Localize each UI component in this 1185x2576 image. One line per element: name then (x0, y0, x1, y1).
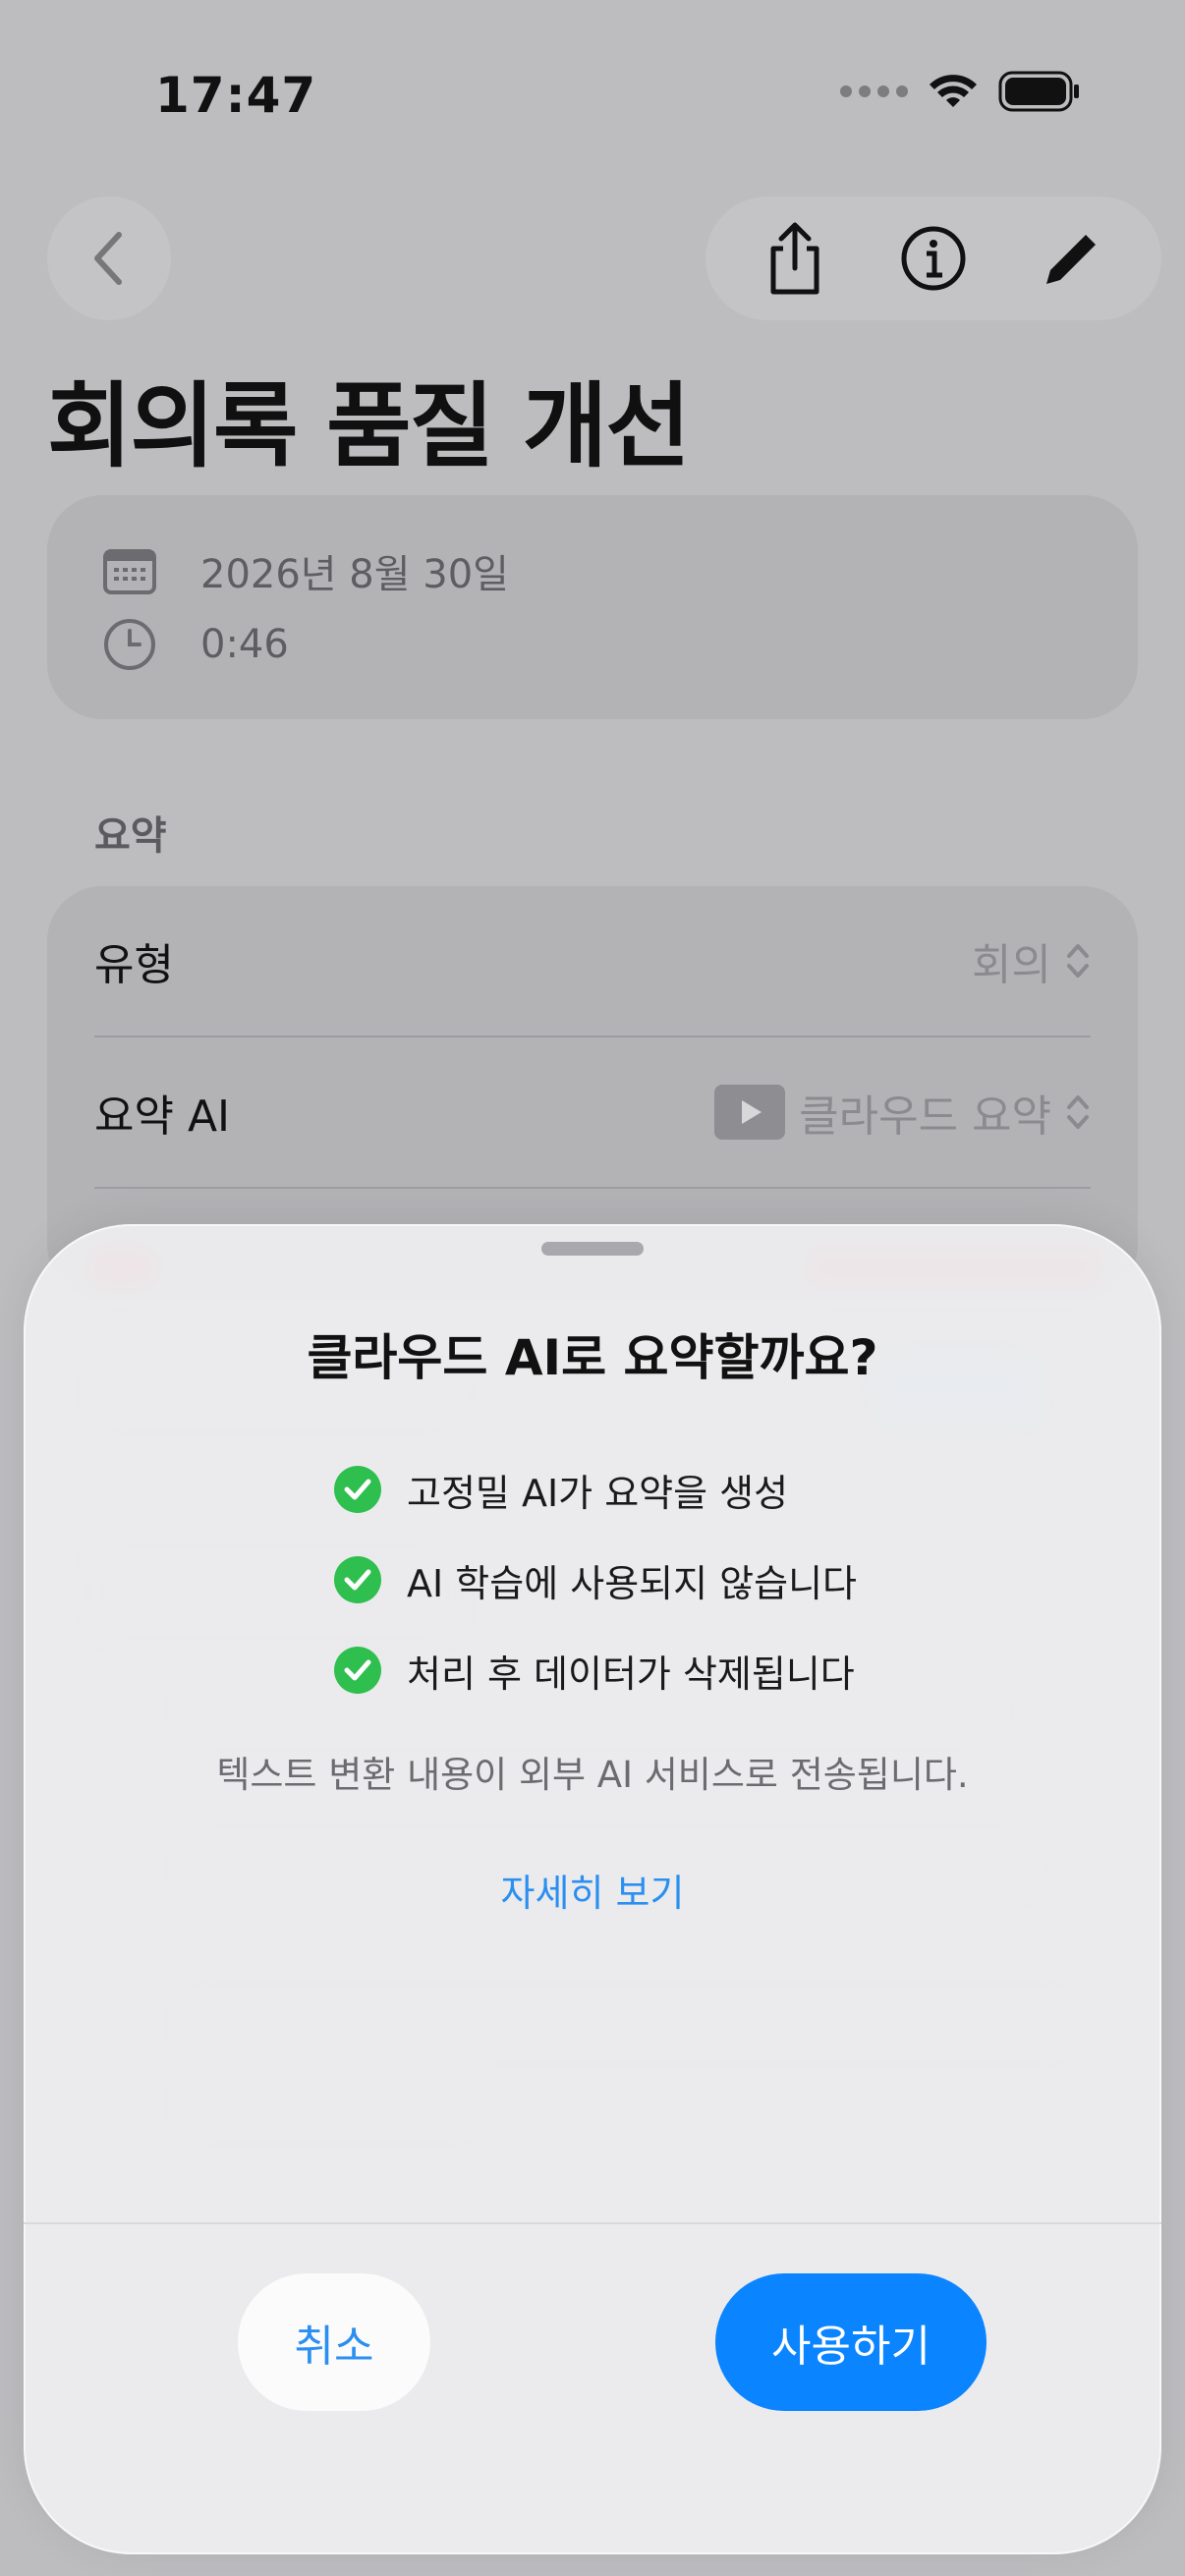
back-button[interactable] (47, 196, 171, 320)
checkmark-icon (334, 1647, 381, 1694)
status-icons (840, 71, 1081, 112)
nav-actions (705, 196, 1161, 320)
info-button[interactable] (889, 214, 978, 303)
chevron-up-down-icon (1067, 944, 1089, 978)
sheet-title: 클라우드 AI로 요약할까요? (307, 1329, 878, 1386)
section-label-summary: 요약 (94, 813, 167, 859)
calendar-icon (103, 549, 156, 594)
benefit-item: 고정밀 AI가 요약을 생성 (334, 1444, 857, 1535)
benefit-text: AI 학습에 사용되지 않습니다 (407, 1561, 858, 1605)
wifi-icon (930, 75, 977, 107)
share-button[interactable] (751, 214, 839, 303)
row-value: 클라우드 요약 (799, 1092, 1051, 1142)
chevron-up-down-icon (1067, 1095, 1089, 1129)
date-row: 2026년 8월 30일 (102, 542, 509, 599)
benefit-text: 처리 후 데이터가 삭제됩니다 (407, 1652, 855, 1696)
share-icon (770, 222, 819, 295)
info-icon (901, 226, 966, 291)
use-button[interactable]: 사용하기 (715, 2273, 987, 2411)
date-text: 2026년 8월 30일 (200, 552, 509, 597)
learn-more-link[interactable]: 자세히 보기 (24, 1863, 1161, 1917)
sheet-grabber[interactable] (541, 1242, 644, 1256)
chevron-left-icon (94, 232, 122, 285)
summary-type-row[interactable]: 유형 회의 (94, 886, 1091, 1037)
battery-icon (998, 71, 1079, 112)
benefit-text: 고정밀 AI가 요약을 생성 (407, 1471, 789, 1515)
play-icon (714, 1085, 786, 1140)
benefit-item: AI 학습에 사용되지 않습니다 (334, 1535, 857, 1625)
pencil-icon (1046, 235, 1097, 284)
cancel-button[interactable]: 취소 (238, 2273, 430, 2411)
screen: 17:47 회의록 품질 개선 2026년 8월 30일 0:46 요약 유형 … (0, 0, 1185, 2576)
checkmark-icon (334, 1466, 381, 1513)
privacy-notice: 텍스트 변환 내용이 외부 AI 서비스로 전송됩니다. (216, 1754, 969, 1796)
row-label: 유형 (94, 940, 174, 990)
ai-picker[interactable]: 클라우드 요약 (714, 1081, 1091, 1144)
benefit-list: 고정밀 AI가 요약을 생성 AI 학습에 사용되지 않습니다 처리 후 데이터… (334, 1444, 857, 1715)
clock-icon (104, 619, 155, 670)
summary-ai-row[interactable]: 요약 AI 클라우드 요약 (94, 1037, 1091, 1189)
status-time: 17:47 (155, 67, 317, 124)
type-picker[interactable]: 회의 (972, 929, 1091, 992)
signal-icon (840, 85, 908, 97)
page-title: 회의록 품질 개선 (47, 373, 691, 480)
info-card: 2026년 8월 30일 0:46 (47, 495, 1138, 719)
duration-text: 0:46 (200, 622, 289, 667)
row-label: 요약 AI (94, 1092, 231, 1142)
row-value: 회의 (972, 940, 1051, 990)
duration-row: 0:46 (102, 617, 289, 672)
checkmark-icon (334, 1556, 381, 1603)
divider (24, 2222, 1161, 2224)
cloud-ai-sheet: 클라우드 AI로 요약할까요? 고정밀 AI가 요약을 생성 AI 학습에 사용… (24, 1224, 1161, 2554)
edit-button[interactable] (1028, 214, 1116, 303)
benefit-item: 처리 후 데이터가 삭제됩니다 (334, 1625, 857, 1715)
